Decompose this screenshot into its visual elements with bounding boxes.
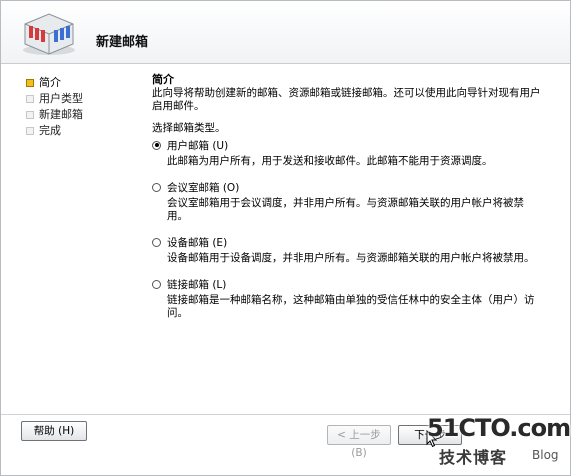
option-user-mailbox[interactable]: 用户邮箱 (U) 此邮箱为用户所有，用于发送和接收邮件。此邮箱不能用于资源调度。 [152,138,552,168]
nav-step-intro: 简介 [26,75,146,90]
nav-step-label: 简介 [39,76,61,89]
select-mailbox-type-label: 选择邮箱类型。 [152,122,226,134]
watermark: 51CTO.com 技术博客 Blog [425,414,571,472]
nav-step-new-mailbox: 新建邮箱 [26,107,146,122]
nav-step-label: 新建邮箱 [39,108,83,121]
option-label[interactable]: 链接邮箱 (L) [167,277,226,292]
nav-step-label: 完成 [39,124,61,137]
radio-user-mailbox[interactable] [152,140,161,150]
option-equipment-mailbox[interactable]: 设备邮箱 (E) 设备邮箱用于设备调度，并非用户所有。与资源邮箱关联的用户帐户将… [152,235,552,265]
active-step-marker-icon [26,78,34,87]
page-title: 新建邮箱 [96,35,149,50]
section-title: 简介 [152,73,174,86]
watermark-main: 51CTO.com [427,414,571,442]
radio-equipment-mailbox[interactable] [152,237,161,247]
wizard-steps-nav: 简介 用户类型 新建邮箱 完成 [26,75,146,139]
wizard-header: 新建邮箱 [1,1,570,64]
watermark-blog: Blog [532,448,559,462]
back-button[interactable]: < 上一步 (B) [327,425,391,459]
radio-linked-mailbox[interactable] [152,279,161,289]
option-label[interactable]: 会议室邮箱 (O) [167,180,239,195]
nav-step-user-type: 用户类型 [26,91,146,106]
option-label[interactable]: 用户邮箱 (U) [167,138,228,153]
radio-room-mailbox[interactable] [152,182,161,192]
help-button[interactable]: 帮助 (H) [21,421,87,441]
nav-step-finish: 完成 [26,123,146,138]
mailbox-wizard-icon [23,13,75,55]
step-marker-icon [26,110,34,119]
option-description: 会议室邮箱用于会议调度，并非用户所有。与资源邮箱关联的用户帐户将被禁用。 [167,197,524,222]
step-marker-icon [26,94,34,103]
option-label[interactable]: 设备邮箱 (E) [167,235,227,250]
watermark-sub: 技术博客 [439,448,508,467]
option-description: 链接邮箱是一种邮箱名称，这种邮箱由单独的受信任林中的安全主体（用户）访问。 [167,294,535,319]
nav-step-label: 用户类型 [39,92,83,105]
wizard-content: 简介 此向导将帮助创建新的邮箱、资源邮箱或链接邮箱。还可以使用此向导针对现有用户… [152,73,552,320]
option-linked-mailbox[interactable]: 链接邮箱 (L) 链接邮箱是一种邮箱名称，这种邮箱由单独的受信任林中的安全主体（… [152,277,552,320]
intro-text: 此向导将帮助创建新的邮箱、资源邮箱或链接邮箱。还可以使用此向导针对现有用户启用邮… [152,87,541,112]
option-description: 此邮箱为用户所有，用于发送和接收邮件。此邮箱不能用于资源调度。 [167,155,493,167]
step-marker-icon [26,126,34,135]
option-room-mailbox[interactable]: 会议室邮箱 (O) 会议室邮箱用于会议调度，并非用户所有。与资源邮箱关联的用户帐… [152,180,552,223]
option-description: 设备邮箱用于设备调度，并非用户所有。与资源邮箱关联的用户帐户将被禁用。 [167,252,535,264]
